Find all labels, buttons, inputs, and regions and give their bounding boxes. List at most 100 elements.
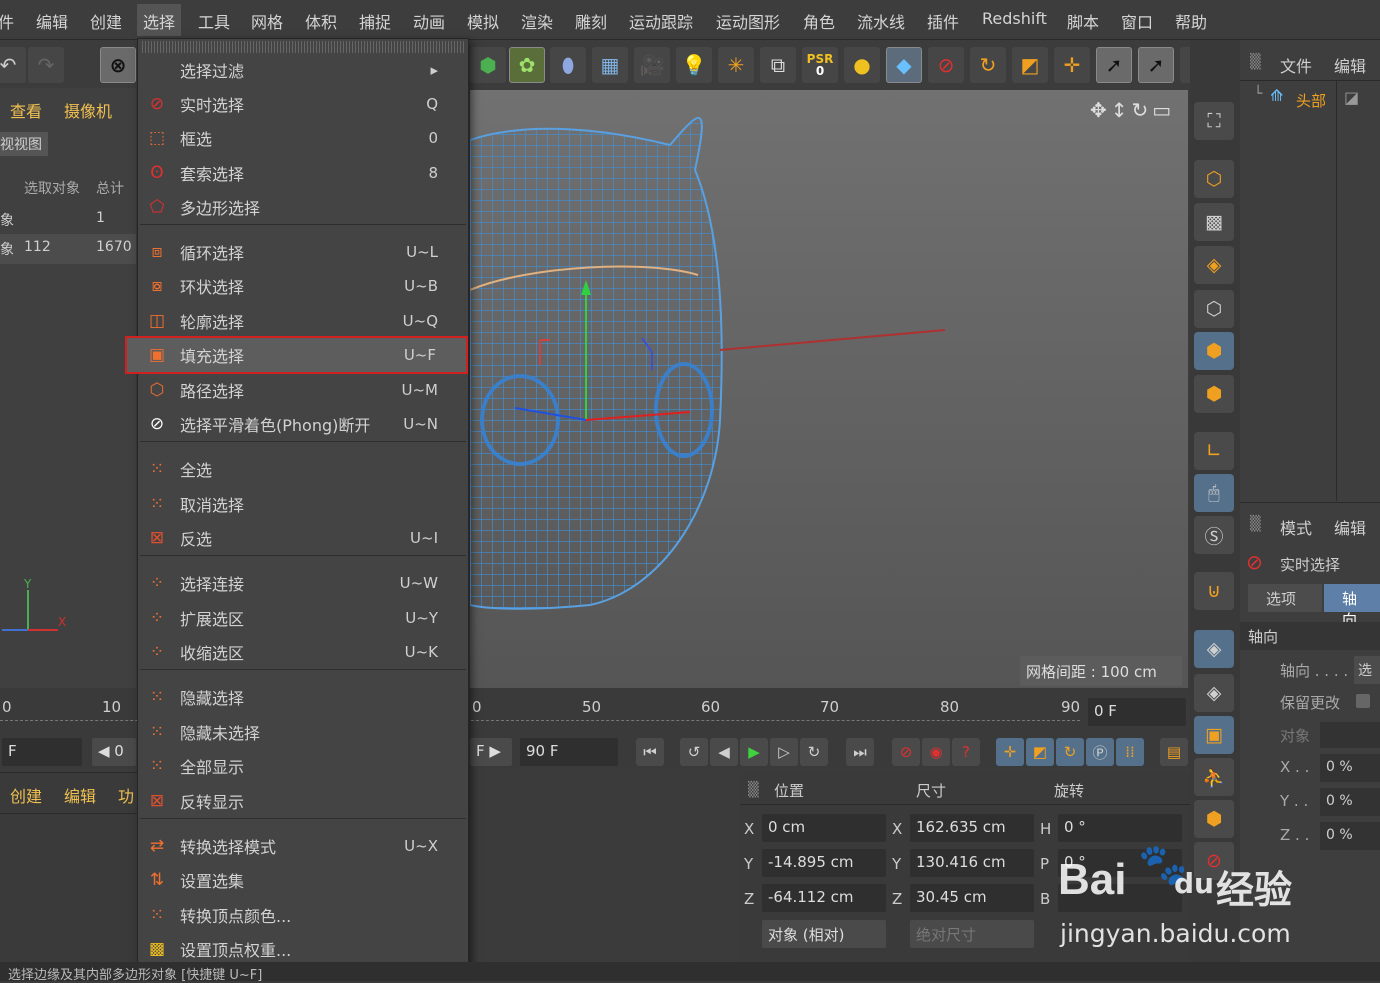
- snap-button[interactable]: ✳: [718, 47, 754, 83]
- menu-snap[interactable]: 捕捉: [359, 9, 391, 33]
- menu-item-vertex-color[interactable]: ⁙ 转换顶点颜色...: [138, 898, 468, 932]
- menu-script[interactable]: 脚本: [1067, 9, 1099, 33]
- character-button[interactable]: ⛹: [1194, 758, 1234, 796]
- object-button[interactable]: ⬢: [1194, 800, 1234, 838]
- menu-item-invert-visibility[interactable]: ⊠ 反转显示: [138, 784, 468, 818]
- tab-options[interactable]: 选项: [1248, 584, 1322, 612]
- menu-window[interactable]: 窗口: [1121, 9, 1153, 33]
- solo-button[interactable]: Ⓢ: [1194, 516, 1234, 554]
- menu-item-grow-select[interactable]: ⁘ 扩展选区 U~Y: [138, 601, 468, 635]
- key-pla-button[interactable]: ⁞⁞: [1116, 738, 1144, 766]
- keyframe-help-button[interactable]: ?: [952, 738, 980, 766]
- tab-view[interactable]: 查看: [10, 98, 42, 122]
- y-percent-field[interactable]: 0 %: [1320, 788, 1380, 816]
- tab-axis[interactable]: 轴向: [1324, 584, 1380, 629]
- coord-mode-dropdown[interactable]: 对象 (相对): [762, 920, 886, 948]
- menu-file[interactable]: 件: [0, 9, 14, 33]
- material-create-menu[interactable]: 创建: [10, 783, 42, 807]
- pos-x-field[interactable]: 0 cm: [762, 814, 886, 842]
- pos-y-field[interactable]: -14.895 cm: [762, 849, 886, 877]
- end-frame-field[interactable]: 90 F: [520, 738, 618, 766]
- move-tool-button[interactable]: ✛: [1054, 47, 1090, 83]
- prev-key-button[interactable]: ↺: [680, 738, 708, 766]
- object-field[interactable]: [1320, 722, 1380, 748]
- key-scale-button[interactable]: ◩: [1026, 738, 1054, 766]
- point-mode-button[interactable]: ⬡: [1194, 290, 1234, 328]
- menu-item-filter[interactable]: 选择过滤 ▸: [138, 53, 468, 87]
- lock-workplane-button[interactable]: ◈: [1194, 630, 1234, 668]
- menu-edit[interactable]: 编辑: [36, 9, 68, 33]
- record-button[interactable]: ⊘: [892, 738, 920, 766]
- menu-item-convert-selection[interactable]: ⇄ 转换选择模式 U~X: [138, 829, 468, 863]
- menu-item-path-select[interactable]: ⬡ 路径选择 U~M: [138, 373, 468, 407]
- toggle-button[interactable]: ⊗: [100, 47, 136, 83]
- menu-sculpt[interactable]: 雕刻: [575, 9, 607, 33]
- viewport[interactable]: ✥↕↻▭ 网格间距 : 100 cm: [470, 90, 1188, 690]
- menu-pipeline[interactable]: 流水线: [857, 9, 905, 33]
- size-mode-dropdown[interactable]: 绝对尺寸: [910, 920, 1034, 948]
- menu-item-ring-select[interactable]: ⧇ 环状选择 U~B: [138, 269, 468, 303]
- menu-item-polygon-select[interactable]: ⬠ 多边形选择: [138, 190, 468, 224]
- workplane-button[interactable]: ◈: [1194, 246, 1234, 284]
- redo-button[interactable]: ↷: [28, 47, 64, 83]
- x-percent-field[interactable]: 0 %: [1320, 754, 1380, 782]
- live-select-tool-button[interactable]: ⊘: [928, 47, 964, 83]
- menu-tearoff-handle[interactable]: [142, 41, 464, 53]
- light-button[interactable]: 💡: [676, 47, 712, 83]
- snap-magnet-button[interactable]: ⊍: [1194, 572, 1234, 610]
- current-frame-field[interactable]: 0 F: [1088, 698, 1186, 726]
- menu-item-fill-select[interactable]: ▣ 填充选择 U~F: [125, 336, 468, 374]
- menu-select[interactable]: 选择: [137, 4, 182, 36]
- menu-help[interactable]: 帮助: [1175, 9, 1207, 33]
- undo-button[interactable]: ↶: [0, 47, 26, 83]
- mograph-button[interactable]: ✿: [509, 47, 545, 83]
- menu-item-box-select[interactable]: ⬚ 框选 0: [138, 121, 468, 155]
- view-name[interactable]: 视视图: [0, 132, 48, 156]
- key-rotate-button[interactable]: ↻: [1056, 738, 1084, 766]
- play-button[interactable]: ▶: [740, 738, 768, 766]
- attributes-edit-menu[interactable]: 编辑: [1334, 515, 1366, 539]
- next-key-button[interactable]: ↻: [800, 738, 828, 766]
- menu-tools[interactable]: 工具: [198, 9, 230, 33]
- menu-item-deselect[interactable]: ⁙ 取消选择: [138, 487, 468, 521]
- menu-plugins[interactable]: 插件: [927, 9, 959, 33]
- cube-tool-button[interactable]: ⬢: [470, 47, 506, 83]
- menu-item-select-all[interactable]: ⁙ 全选: [138, 452, 468, 486]
- menu-redshift[interactable]: Redshift: [982, 9, 1047, 28]
- deformer-button[interactable]: ⬮: [550, 47, 586, 83]
- goto-start-button[interactable]: ⏮: [636, 738, 664, 766]
- z-percent-field[interactable]: 0 %: [1320, 822, 1380, 850]
- texture-mode-button[interactable]: ▩: [1194, 203, 1234, 241]
- rotate-tool-button[interactable]: ↻: [970, 47, 1006, 83]
- menu-volume[interactable]: 体积: [305, 9, 337, 33]
- menu-animate[interactable]: 动画: [413, 9, 445, 33]
- goto-end-button[interactable]: ⏭: [846, 738, 874, 766]
- menu-item-unhide-all[interactable]: ⁙ 全部显示: [138, 749, 468, 783]
- viewport-nav-icons[interactable]: ✥↕↻▭: [1090, 98, 1175, 122]
- menu-motion-tracking[interactable]: 运动跟踪: [629, 9, 693, 33]
- menu-mograph[interactable]: 运动图形: [716, 9, 780, 33]
- phong-tag-icon[interactable]: ◪: [1344, 88, 1359, 107]
- select-tool-button[interactable]: ➚: [1096, 47, 1132, 83]
- menu-item-outline-select[interactable]: ◫ 轮廓选择 U~Q: [138, 304, 468, 338]
- viewport-solo-button[interactable]: ▣: [1194, 716, 1234, 754]
- menu-mesh[interactable]: 网格: [251, 9, 283, 33]
- keep-changes-checkbox[interactable]: [1356, 694, 1370, 708]
- size-z-field[interactable]: 30.45 cm: [910, 884, 1034, 912]
- tab-camera[interactable]: 摄像机: [64, 98, 112, 122]
- menu-render[interactable]: 渲染: [521, 9, 553, 33]
- model-mode-button[interactable]: ◆: [886, 47, 922, 83]
- timeline-menu-button[interactable]: ▤: [1160, 738, 1188, 766]
- start-frame-button[interactable]: ◀ 0: [92, 738, 136, 766]
- key-move-button[interactable]: ✛: [996, 738, 1024, 766]
- menu-item-shrink-select[interactable]: ⁘ 收缩选区 U~K: [138, 635, 468, 669]
- size-x-field[interactable]: 162.635 cm: [910, 814, 1034, 842]
- object-name[interactable]: 头部: [1296, 90, 1326, 111]
- menu-item-live-select[interactable]: ⊘ 实时选择 Q: [138, 87, 468, 121]
- attributes-mode-menu[interactable]: 模式: [1280, 515, 1312, 539]
- size-y-field[interactable]: 130.416 cm: [910, 849, 1034, 877]
- edge-mode-button[interactable]: ⬢: [1194, 332, 1234, 370]
- axis-mode-button[interactable]: ∟: [1194, 432, 1234, 470]
- axis-dropdown[interactable]: 选: [1354, 656, 1380, 684]
- menu-item-phong-break[interactable]: ⊘ 选择平滑着色(Phong)断开 U~N: [138, 407, 468, 441]
